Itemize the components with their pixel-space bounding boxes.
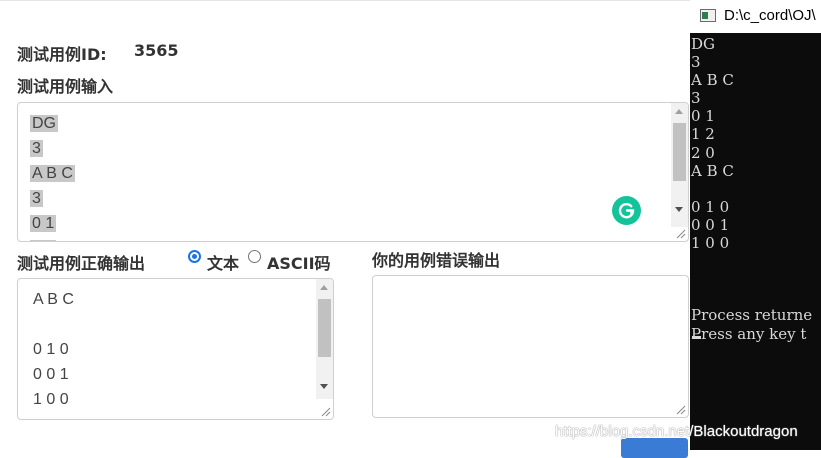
console-line: 0 0 1 — [691, 215, 730, 234]
output-scrollbar[interactable] — [316, 279, 333, 399]
console-line: 3 — [691, 53, 701, 72]
output-line: 1 0 0 — [33, 391, 69, 408]
radio-text[interactable] — [188, 250, 201, 263]
scroll-down-arrow-icon[interactable] — [675, 207, 683, 212]
console-title: D:\c_cord\OJ\ — [724, 7, 816, 24]
testcase-panel: 测试用例ID: 3565 测试用例输入 DG 3 A B C 3 0 1 1 2… — [0, 0, 690, 458]
console-line: A B C — [691, 161, 734, 180]
resize-grip-icon[interactable] — [676, 405, 686, 415]
correct-output-textarea[interactable]: A B C 0 1 0 0 0 1 1 0 0 — [17, 278, 334, 420]
scroll-down-arrow-icon[interactable] — [320, 384, 328, 389]
testcase-input-label: 测试用例输入 — [17, 77, 114, 96]
output-line: 0 0 1 — [33, 366, 69, 383]
console-line: 1 0 0 — [691, 234, 730, 253]
resize-grip-icon[interactable] — [676, 229, 686, 239]
console-line: DG — [691, 35, 716, 53]
console-line: 1 2 — [691, 125, 715, 144]
output-line: A B C — [33, 291, 74, 308]
testcase-id-value: 3565 — [134, 41, 179, 60]
correct-output-label: 测试用例正确输出 — [17, 254, 146, 273]
correct-output-content: A B C 0 1 0 0 0 1 1 0 0 — [33, 287, 74, 412]
input-line: 3 — [30, 190, 43, 207]
console-output: DG 3 A B C 3 0 1 1 2 2 0 A B C 0 1 0 0 0… — [691, 35, 812, 343]
resize-grip-icon[interactable] — [321, 407, 331, 417]
your-error-output-textarea[interactable] — [372, 275, 689, 418]
input-line: DG — [30, 115, 58, 132]
console-window-icon — [700, 9, 716, 22]
console-line: A B C — [691, 71, 734, 90]
input-line: A B C — [30, 165, 75, 182]
radio-text-label[interactable]: 文本 — [207, 250, 239, 274]
input-line: 3 — [30, 140, 43, 157]
submit-button[interactable] — [621, 438, 688, 458]
testcase-id-label: 测试用例ID: — [17, 45, 107, 64]
console-window[interactable]: D:\c_cord\OJ\ DG 3 A B C 3 0 1 1 2 2 0 A… — [690, 0, 821, 450]
testcase-input-content: DG 3 A B C 3 0 1 1 2 — [30, 111, 75, 241]
your-error-output-label: 你的用例错误输出 — [372, 251, 501, 270]
console-line: Press any key t — [691, 324, 807, 343]
scroll-up-arrow-icon[interactable] — [675, 109, 683, 114]
radio-ascii-label[interactable]: ASCII码 — [267, 250, 331, 274]
radio-ascii[interactable] — [248, 250, 261, 263]
console-line: Process returne — [691, 306, 813, 325]
testcase-input-textarea[interactable]: DG 3 A B C 3 0 1 1 2 — [17, 102, 689, 242]
input-scrollbar[interactable] — [671, 103, 688, 227]
watermark: https://blog.csdn.net/Blackoutdragon — [555, 423, 798, 440]
console-titlebar[interactable]: D:\c_cord\OJ\ — [690, 0, 821, 33]
console-line: 0 1 — [691, 107, 715, 126]
input-scroll-thumb[interactable] — [673, 123, 686, 181]
console-cursor — [692, 336, 701, 339]
console-line: 2 0 — [691, 143, 715, 162]
console-line: 3 — [691, 89, 701, 108]
output-line: 0 1 0 — [33, 341, 69, 358]
grammarly-icon[interactable] — [612, 196, 641, 225]
input-line: 1 2 — [30, 236, 75, 241]
scroll-up-arrow-icon[interactable] — [320, 285, 328, 290]
input-line: 0 1 — [30, 215, 57, 232]
console-line: 0 1 0 — [691, 197, 730, 216]
output-scroll-thumb[interactable] — [318, 299, 331, 357]
